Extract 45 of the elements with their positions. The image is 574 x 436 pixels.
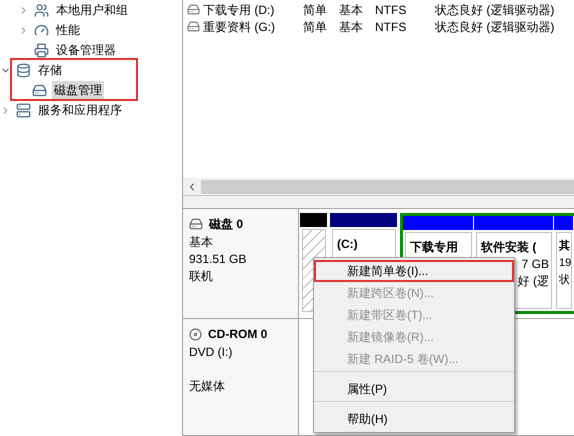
tree-item[interactable]: 服务和应用程序 xyxy=(36,101,124,119)
table-cell-text: 基本 xyxy=(339,18,364,36)
partition-text: 状 xyxy=(559,273,571,288)
disk-info: 931.51 GB xyxy=(189,251,248,267)
disk-drive-icon xyxy=(32,82,47,98)
partition-text: 19 xyxy=(559,256,571,271)
partition-text: 好 (逻 xyxy=(518,273,550,289)
server-icon xyxy=(16,102,31,118)
table-cell-text: 简单 xyxy=(303,18,328,36)
tree-item[interactable]: 性能 xyxy=(54,21,82,39)
tree-item[interactable]: 本地用户和组 xyxy=(54,1,130,19)
disk-info: DVD (I:) xyxy=(189,344,234,360)
horizontal-scrollbar[interactable] xyxy=(183,178,574,196)
drive-icon xyxy=(187,20,200,33)
drive-icon xyxy=(187,3,200,16)
tree-item[interactable]: 存储 xyxy=(36,61,64,79)
partition-text: 其 xyxy=(559,238,571,254)
partition-text: 下载专用 xyxy=(410,239,459,255)
disk-name: 磁盘 0 xyxy=(209,216,244,233)
scrollbar-thumb[interactable] xyxy=(201,180,574,194)
table-cell-text: 基本 xyxy=(339,2,364,18)
disk-info: 无媒体 xyxy=(189,378,226,394)
users-icon xyxy=(34,2,49,18)
table-cell-text: 状态良好 (逻辑驱动器) xyxy=(435,2,554,18)
menu-item[interactable]: 属性(P) xyxy=(314,371,514,400)
tree-item[interactable]: 设备管理器 xyxy=(54,41,118,59)
partition-text: 软件安装 ( xyxy=(481,239,538,255)
disk-info: 基本 xyxy=(189,234,214,250)
table-cell-text: NTFS xyxy=(375,18,408,36)
disk-info: 联机 xyxy=(189,268,214,284)
printer-icon xyxy=(34,42,49,58)
menu-item[interactable]: 帮助(H) xyxy=(314,401,514,430)
table-cell-text: 状态良好 (逻辑驱动器) xyxy=(435,18,554,36)
database-icon xyxy=(16,62,31,78)
table-cell-text: 下载专用 (D:) xyxy=(203,2,276,18)
tree-item[interactable]: 磁盘管理 xyxy=(52,81,104,99)
menu-item[interactable]: 新建简单卷(I)... xyxy=(314,260,514,282)
table-cell-text: 简单 xyxy=(303,2,328,18)
cd-drive-icon xyxy=(189,328,202,340)
gauge-icon xyxy=(34,22,49,38)
table-cell-text: NTFS xyxy=(375,2,408,18)
partition-text: 7 GB xyxy=(522,256,550,272)
table-cell-text: 重要资料 (G:) xyxy=(203,18,276,36)
partition-text: (C:) xyxy=(337,236,359,252)
disk-name: CD-ROM 0 xyxy=(208,326,268,343)
